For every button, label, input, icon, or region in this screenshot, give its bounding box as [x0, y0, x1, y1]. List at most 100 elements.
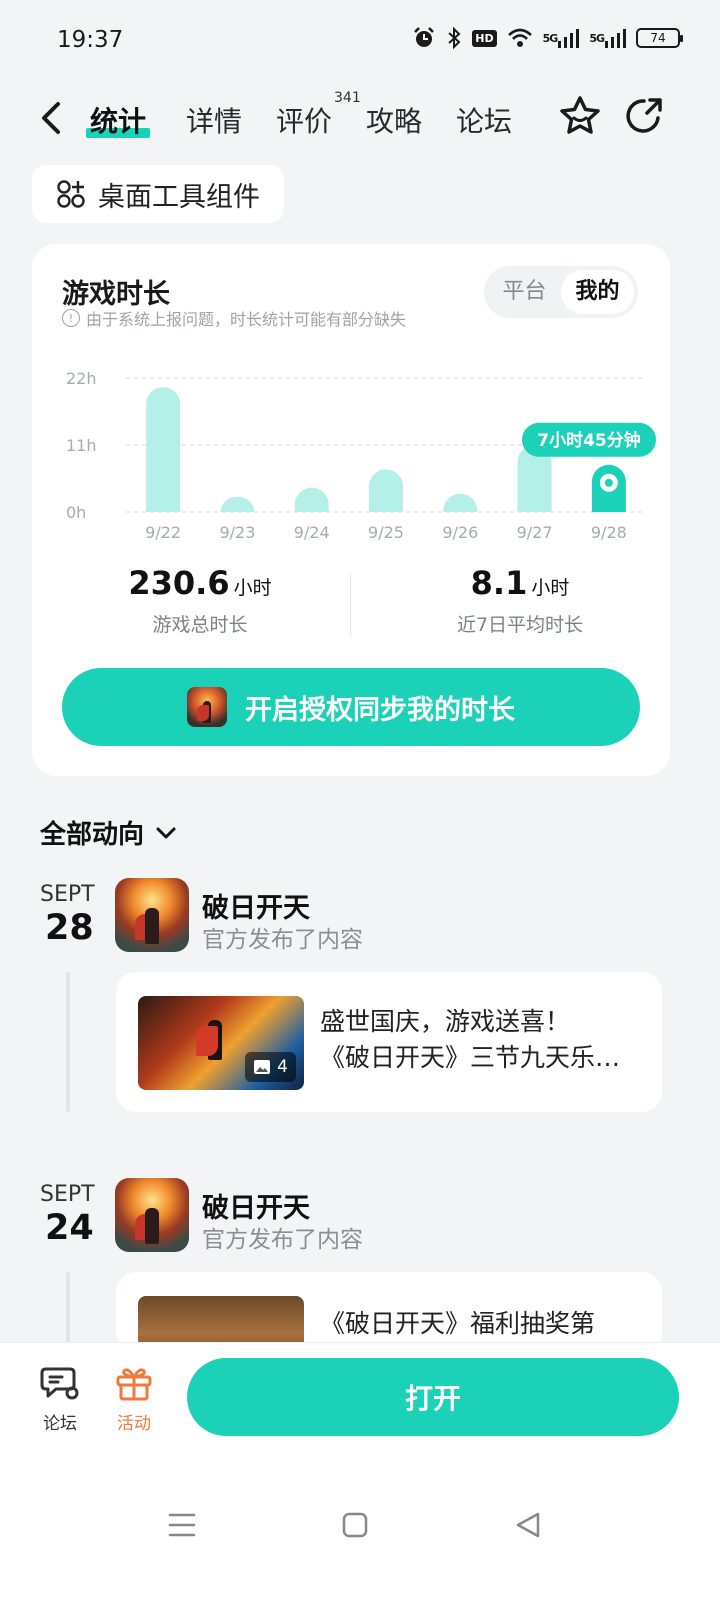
bluetooth-icon	[446, 26, 462, 50]
chart-x-tick-label: 9/27	[517, 523, 553, 542]
review-count-badge: 341	[334, 90, 361, 106]
average-playtime-label: 近7日平均时长	[456, 614, 584, 636]
feed-date-month: SEPT	[40, 1182, 95, 1207]
total-playtime-value: 230.6	[128, 564, 230, 602]
activity-label: 活动	[117, 1414, 151, 1434]
total-playtime-unit: 小时	[233, 577, 272, 599]
chart-bar[interactable]	[146, 387, 181, 512]
system-navigation-bar	[0, 1462, 720, 1608]
desktop-widget-button[interactable]: 桌面工具组件	[32, 165, 284, 223]
status-time: 19:37	[57, 27, 124, 53]
timeline-line	[66, 972, 70, 1112]
chevron-left-icon	[42, 102, 60, 134]
tab-details[interactable]: 详情	[186, 100, 242, 140]
segment-platform[interactable]: 平台	[488, 270, 561, 314]
home-icon[interactable]	[342, 1512, 368, 1538]
hd-icon: HD	[472, 29, 497, 47]
signal-1-label: 5G	[542, 31, 559, 45]
playtime-note: ! 由于系统上报问题，时长统计可能有部分缺失	[62, 306, 406, 330]
tab-stats[interactable]: 统计	[85, 100, 151, 140]
feed-date-day: 28	[45, 908, 94, 948]
segment-mine[interactable]: 我的	[561, 270, 634, 314]
chart-x-tick-label: 9/26	[442, 523, 478, 542]
forum-chat-icon	[40, 1367, 79, 1400]
info-icon: !	[62, 309, 80, 327]
signal-2-label: 5G	[589, 31, 605, 45]
chart-bar[interactable]	[220, 496, 255, 512]
tab-forum[interactable]: 论坛	[456, 100, 512, 140]
back-triangle-icon[interactable]	[514, 1512, 542, 1538]
post-title-line-1: 《破日开天》福利抽奖第	[320, 1309, 596, 1338]
post-text: 盛世国庆，游戏送喜！ 《破日开天》三节九天乐…	[320, 1004, 645, 1076]
average-playtime-unit: 小时	[531, 577, 570, 599]
wifi-icon	[507, 27, 533, 49]
chart-x-tick-label: 9/28	[591, 523, 627, 542]
post-title-line-1: 盛世国庆，游戏送喜！	[320, 1007, 571, 1036]
playtime-bar-chart: 0h 11h 22h 9/22 9/23 9/24 9/25 9/26 9/27 9/28 7小时4…	[66, 369, 656, 542]
chart-x-tick-label: 9/22	[145, 523, 181, 542]
gift-icon	[116, 1368, 152, 1401]
average-playtime-stat: 8.1 小时 近7日平均时长	[370, 564, 670, 637]
post-title-line-2: 《破日开天》三节九天乐…	[320, 1043, 621, 1072]
activity-button[interactable]: 活动	[104, 1365, 164, 1434]
chart-y-tick-label: 22h	[66, 369, 97, 388]
poster-action: 官方发布了内容	[202, 1227, 363, 1253]
battery-icon: 74	[636, 28, 683, 48]
data-source-toggle: 平台 我的	[484, 266, 638, 318]
share-icon[interactable]	[622, 94, 666, 138]
game-avatar[interactable]	[115, 1178, 189, 1252]
game-thumbnail	[187, 687, 227, 727]
total-playtime-stat: 230.6 小时 游戏总时长	[50, 564, 350, 637]
chart-bar[interactable]	[443, 493, 478, 512]
sync-playtime-button[interactable]: 开启授权同步我的时长	[62, 668, 640, 746]
forum-button[interactable]: 论坛	[30, 1365, 90, 1434]
favorite-star-icon[interactable]	[558, 94, 602, 138]
bottom-action-bar: 论坛 活动 打开	[0, 1342, 720, 1462]
widgets-icon	[57, 180, 85, 208]
chevron-down-icon	[156, 827, 176, 838]
tab-reviews[interactable]: 评价	[276, 100, 332, 140]
chart-x-tick-label: 9/23	[219, 523, 255, 542]
chart-y-tick-label: 11h	[66, 436, 97, 455]
feed-date-month: SEPT	[40, 882, 95, 907]
post-image: 4	[138, 996, 304, 1090]
image-count: 4	[277, 1057, 288, 1077]
playtime-stats: 230.6 小时 游戏总时长 8.1 小时 近7日平均时长	[32, 564, 670, 644]
average-playtime-value: 8.1	[470, 564, 528, 602]
chart-y-tick-label: 0h	[66, 503, 86, 522]
desktop-widget-label: 桌面工具组件	[98, 181, 260, 213]
chart-x-tick-label: 9/24	[294, 523, 330, 542]
playtime-note-text: 由于系统上报问题，时长统计可能有部分缺失	[86, 310, 407, 329]
image-count-badge: 4	[245, 1052, 296, 1082]
timeline-line	[66, 1272, 70, 1352]
feed-filter-dropdown[interactable]: 全部动向	[40, 814, 178, 851]
forum-label: 论坛	[43, 1414, 77, 1434]
open-game-button[interactable]: 打开	[187, 1358, 679, 1436]
alarm-icon	[412, 26, 436, 50]
post-card[interactable]: 4 盛世国庆，游戏送喜！ 《破日开天》三节九天乐…	[116, 972, 662, 1112]
playtime-card: 游戏时长 ! 由于系统上报问题，时长统计可能有部分缺失 平台 我的 0h 11h 2…	[32, 244, 670, 776]
post-text: 《破日开天》福利抽奖第	[320, 1306, 645, 1342]
chart-highlight-marker-core	[604, 478, 613, 487]
signal-icon-2: 5G	[589, 27, 626, 49]
tab-guides[interactable]: 攻略	[366, 100, 422, 140]
chart-tooltip-label: 7小时45分钟	[537, 430, 641, 451]
signal-icon-1: 5G	[543, 27, 580, 49]
feed-date-day: 24	[45, 1208, 94, 1248]
chart-x-tick-label: 9/25	[368, 523, 404, 542]
image-icon	[254, 1060, 271, 1074]
total-playtime-label: 游戏总时长	[152, 614, 248, 636]
stats-divider	[350, 574, 351, 636]
status-bar: 19:37 HD 5G 5G 74	[0, 0, 720, 80]
chart-bar[interactable]	[294, 487, 329, 512]
sync-playtime-label: 开启授权同步我的时长	[245, 694, 515, 726]
poster-action: 官方发布了内容	[202, 927, 363, 953]
top-nav: 统计 详情 评价 341 攻略 论坛	[0, 88, 720, 150]
status-icons: HD 5G 5G 74	[412, 26, 683, 50]
game-avatar[interactable]	[115, 878, 189, 952]
post-card[interactable]: 《破日开天》福利抽奖第	[116, 1272, 662, 1352]
chart-bar[interactable]	[369, 469, 403, 512]
feed-filter-label: 全部动向	[40, 820, 145, 850]
back-button[interactable]	[36, 98, 66, 138]
menu-icon[interactable]	[168, 1512, 196, 1538]
